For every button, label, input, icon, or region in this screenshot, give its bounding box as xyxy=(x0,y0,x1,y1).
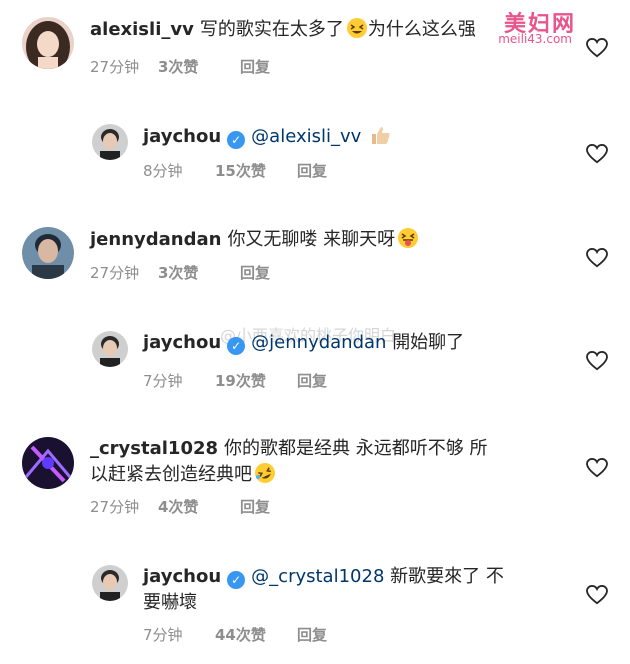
username[interactable]: jaychou xyxy=(143,332,221,353)
heart-icon[interactable] xyxy=(586,247,608,268)
avatar[interactable] xyxy=(22,227,74,279)
like-count[interactable]: 3次赞 xyxy=(158,56,240,77)
comment-text-line2: 以赶紧去创造经典吧 xyxy=(90,464,252,485)
site-url-watermark: meili43.com xyxy=(498,32,572,46)
grinning-squint-emoji xyxy=(346,17,368,46)
comment-time: 8分钟 xyxy=(143,162,183,180)
like-count[interactable]: 44次赞 xyxy=(215,624,297,645)
comment-time: 7分钟 xyxy=(143,372,183,390)
username[interactable]: jaychou xyxy=(143,566,221,587)
mention-link[interactable]: @_crystal1028 xyxy=(251,566,384,587)
comment-time: 27分钟 xyxy=(90,264,140,282)
avatar[interactable] xyxy=(22,17,74,69)
reply-button[interactable]: 回复 xyxy=(297,370,327,391)
thumbs-up-emoji xyxy=(369,124,391,153)
reply-button[interactable]: 回复 xyxy=(240,262,270,283)
reply-button[interactable]: 回复 xyxy=(297,160,327,181)
avatar[interactable] xyxy=(92,331,128,367)
mention-link[interactable]: @alexisli_vv xyxy=(251,126,361,147)
like-count[interactable]: 4次赞 xyxy=(158,496,240,517)
reply-button[interactable]: 回复 xyxy=(240,496,270,517)
username[interactable]: jennydandan xyxy=(90,229,221,250)
reply-button[interactable]: 回复 xyxy=(240,56,270,77)
tongue-out-emoji xyxy=(397,227,419,256)
heart-icon[interactable] xyxy=(586,37,608,58)
heart-icon[interactable] xyxy=(586,584,608,605)
comment-text: 新歌要來了 不 xyxy=(390,566,504,587)
like-count[interactable]: 15次赞 xyxy=(215,160,297,181)
comment-text-continued: 为什么这么强 xyxy=(367,19,476,40)
avatar[interactable] xyxy=(22,437,74,489)
rofl-emoji xyxy=(254,462,276,492)
comment-text: 写的歌实在太多了 xyxy=(199,19,344,40)
avatar[interactable] xyxy=(92,124,128,160)
verified-badge-icon: ✓ xyxy=(227,571,246,589)
mention-link[interactable]: @jennydandan xyxy=(251,332,386,353)
comment-text: 開始聊了 xyxy=(392,332,465,353)
reply-button[interactable]: 回复 xyxy=(297,624,327,645)
heart-icon[interactable] xyxy=(586,143,608,164)
comment-text: 你又无聊喽 来聊天呀 xyxy=(227,229,396,250)
comment-time: 27分钟 xyxy=(90,58,140,76)
comment-time: 27分钟 xyxy=(90,498,140,516)
verified-badge-icon: ✓ xyxy=(227,131,246,149)
heart-icon[interactable] xyxy=(586,350,608,371)
verified-badge-icon: ✓ xyxy=(227,337,246,355)
heart-icon[interactable] xyxy=(586,457,608,478)
comment-time: 7分钟 xyxy=(143,626,183,644)
like-count[interactable]: 3次赞 xyxy=(158,262,240,283)
comment-text-line2: 要嚇壞 xyxy=(143,592,197,613)
username[interactable]: alexisli_vv xyxy=(90,19,194,40)
username[interactable]: jaychou xyxy=(143,126,221,147)
like-count[interactable]: 19次赞 xyxy=(215,370,297,391)
comment-text: 你的歌都是经典 永远都听不够 所 xyxy=(224,438,488,459)
avatar[interactable] xyxy=(92,565,128,601)
username[interactable]: _crystal1028 xyxy=(90,438,218,459)
